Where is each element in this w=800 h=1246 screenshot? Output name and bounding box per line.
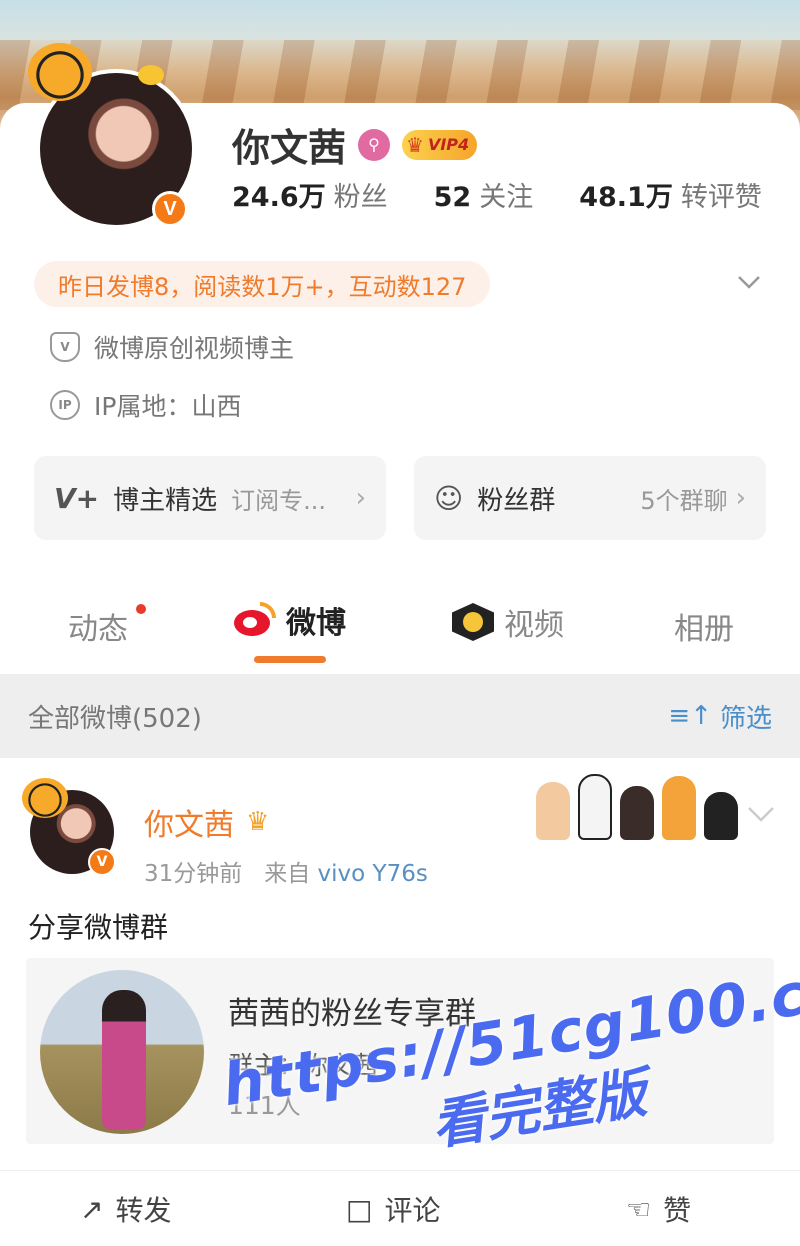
- verification-text: 微博原创视频博主: [94, 334, 295, 363]
- vip-badge[interactable]: ♛ VIP4: [402, 129, 478, 160]
- tab-video[interactable]: 视频: [452, 600, 564, 644]
- paw-icon: [620, 786, 654, 840]
- featured-content-button[interactable]: V+ 博主精选 订阅专... ›: [34, 456, 386, 540]
- active-tab-indicator: [254, 656, 326, 663]
- post-device[interactable]: vivo Y76s: [318, 861, 428, 887]
- chevron-down-icon[interactable]: [736, 269, 762, 295]
- verified-badge-icon: V: [152, 191, 188, 227]
- group-member-count: 111人: [228, 1091, 301, 1120]
- stat-value: 52: [433, 182, 472, 213]
- action-label: 转发: [115, 1194, 172, 1227]
- post-source-prefix: 来自: [264, 861, 311, 887]
- profile-tabs: 动态 微博 视频 相册: [0, 596, 800, 676]
- filter-icon: ≡↑: [668, 701, 712, 731]
- ip-location-text: IP属地：山西: [94, 392, 242, 421]
- stat-label: 关注: [479, 182, 534, 213]
- tab-label: 微博: [286, 606, 346, 641]
- tab-dynamics[interactable]: 动态: [68, 604, 146, 648]
- comment-button[interactable]: □ 评论: [346, 1189, 440, 1229]
- like-button[interactable]: ☜ 赞: [626, 1189, 691, 1229]
- profile-name: 你文茜: [232, 126, 347, 170]
- post-avatar[interactable]: V: [22, 778, 118, 876]
- post-author[interactable]: 你文茜 ♛: [144, 800, 269, 844]
- video-icon: [452, 603, 494, 641]
- chevron-down-icon[interactable]: [746, 804, 776, 824]
- group-cover-image: [40, 970, 204, 1134]
- ip-icon: IP: [50, 390, 80, 420]
- action-label: 评论: [384, 1194, 441, 1227]
- tab-label: 视频: [504, 608, 564, 643]
- paw-icon: [536, 782, 570, 840]
- stat-interactions[interactable]: 48.1万 转评赞: [579, 175, 762, 214]
- stat-followers[interactable]: 24.6万 粉丝: [232, 175, 388, 214]
- profile-stats: 24.6万 粉丝 52 关注 48.1万 转评赞: [232, 175, 762, 214]
- verification-line: V 微博原创视频博主: [50, 329, 294, 365]
- filter-button[interactable]: ≡↑ 筛选: [668, 698, 772, 735]
- like-icon: ☜: [626, 1192, 652, 1226]
- all-posts-count: 全部微博(502): [28, 703, 202, 734]
- crown-icon: ♛: [406, 132, 424, 157]
- verified-badge-icon: V: [88, 848, 116, 876]
- avatar[interactable]: V: [28, 43, 203, 233]
- filter-bar: 全部微博(502) ≡↑ 筛选: [0, 674, 800, 758]
- vip-label: VIP4: [427, 135, 470, 154]
- group-icon: ☺: [434, 481, 464, 515]
- paw-icon: [704, 792, 738, 840]
- filter-label: 筛选: [719, 703, 772, 734]
- post-text: 分享微博群: [28, 911, 169, 944]
- share-button[interactable]: ↗ 转发: [80, 1189, 171, 1229]
- tiger-frame-icon: [28, 43, 164, 101]
- action-label: 赞: [663, 1194, 692, 1227]
- fan-group-button[interactable]: ☺ 粉丝群 5个群聊 ›: [414, 456, 766, 540]
- tab-label: 动态: [68, 612, 128, 647]
- group-title: 茜茜的粉丝专享群: [228, 996, 476, 1032]
- group-owner: 群主：你文茜: [228, 1051, 379, 1080]
- notification-dot: [136, 604, 146, 614]
- stat-label: 粉丝: [333, 182, 388, 213]
- stat-label: 转评赞: [680, 182, 762, 213]
- feature-subtitle: 订阅专...: [231, 486, 327, 515]
- stat-following[interactable]: 52 关注: [434, 175, 534, 214]
- cat-paws-decoration: [536, 774, 738, 840]
- comment-icon: □: [346, 1192, 373, 1226]
- post-meta: 31分钟前 来自 vivo Y76s: [144, 854, 428, 888]
- crown-icon: ♛: [246, 807, 270, 837]
- feature-title: 粉丝群: [477, 485, 556, 516]
- post-author-name: 你文茜: [144, 808, 234, 843]
- name-row: 你文茜 ⚲ ♛ VIP4: [232, 117, 478, 172]
- tab-label: 相册: [674, 612, 734, 647]
- group-share-card[interactable]: 茜茜的粉丝专享群 群主：你文茜 111人: [26, 958, 774, 1144]
- chevron-right-icon: ›: [735, 483, 746, 513]
- chevron-right-icon: ›: [355, 483, 366, 513]
- tiger-frame-icon: [22, 778, 68, 818]
- weibo-logo-icon: [232, 602, 276, 638]
- paw-icon: [578, 774, 612, 840]
- activity-summary[interactable]: 昨日发博8，阅读数1万+，互动数127: [34, 261, 491, 307]
- stat-value: 48.1万: [579, 182, 673, 213]
- search-badge-icon[interactable]: ⚲: [358, 128, 391, 161]
- tab-album[interactable]: 相册: [674, 604, 734, 648]
- paw-icon: [662, 776, 696, 840]
- ip-location-line: IP IP属地：山西: [50, 387, 241, 423]
- tab-weibo[interactable]: 微博: [232, 598, 346, 642]
- stat-value: 24.6万: [232, 182, 326, 213]
- shield-icon: V: [50, 332, 80, 362]
- feature-title: 博主精选: [113, 485, 218, 516]
- share-icon: ↗: [80, 1192, 104, 1226]
- v-plus-icon: V+: [54, 481, 100, 515]
- post-time: 31分钟前: [144, 861, 243, 887]
- post-actions: ↗ 转发 □ 评论 ☜ 赞: [0, 1170, 800, 1246]
- feature-subtitle: 5个群聊: [640, 486, 728, 515]
